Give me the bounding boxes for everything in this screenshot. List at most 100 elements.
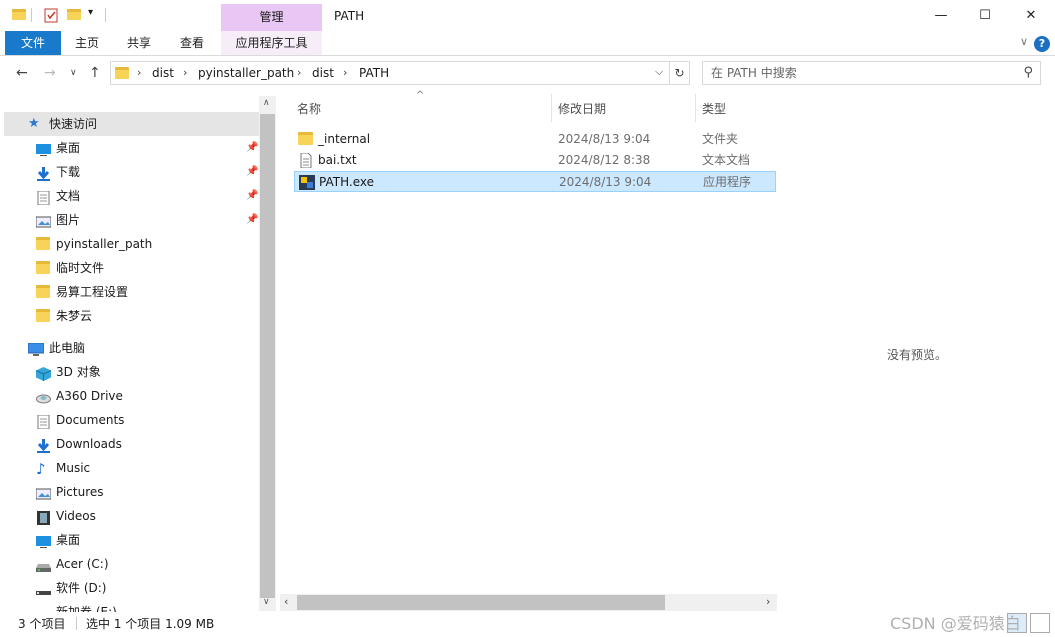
- scrollbar-thumb[interactable]: [297, 595, 665, 610]
- tab-home[interactable]: 主页: [65, 31, 109, 55]
- file-list-horizontal-scrollbar[interactable]: ‹ ›: [280, 594, 777, 611]
- nav-item-pyinstaller-path[interactable]: pyinstaller_path: [4, 232, 259, 256]
- column-header-type[interactable]: 类型: [702, 94, 726, 124]
- download-icon: [36, 437, 51, 453]
- column-separator[interactable]: [695, 94, 696, 122]
- new-folder-icon[interactable]: [67, 7, 81, 23]
- video-icon: [36, 509, 51, 525]
- tab-view[interactable]: 查看: [170, 31, 214, 55]
- large-icons-view-icon[interactable]: [1030, 613, 1050, 633]
- breadcrumb-separator-icon[interactable]: ›: [297, 66, 301, 79]
- status-item-count: 3 个项目: [18, 617, 66, 631]
- nav-item-3d-objects[interactable]: 3D 对象: [4, 360, 259, 384]
- nav-item-project-settings[interactable]: 易算工程设置: [4, 280, 259, 304]
- refresh-button[interactable]: ↻: [670, 61, 690, 85]
- scroll-up-icon[interactable]: ∧: [263, 98, 270, 108]
- pin-icon[interactable]: 📌: [246, 208, 258, 232]
- nav-pane-scrollbar[interactable]: ∧ ∨: [259, 96, 276, 611]
- tab-application-tools[interactable]: 应用程序工具: [221, 31, 322, 55]
- pin-icon[interactable]: 📌: [246, 184, 258, 208]
- tab-share[interactable]: 共享: [117, 31, 161, 55]
- download-icon: [36, 165, 51, 181]
- nav-item-a360-drive[interactable]: A360 Drive: [4, 384, 259, 408]
- nav-item-pictures-pc[interactable]: Pictures: [4, 480, 259, 504]
- pin-icon[interactable]: 📌: [246, 160, 258, 184]
- nav-item-desktop-pc[interactable]: 桌面: [4, 528, 259, 552]
- folder-icon: [36, 237, 51, 251]
- separator: [31, 8, 32, 22]
- properties-icon[interactable]: [44, 7, 58, 23]
- recent-locations-chevron-icon[interactable]: ∨: [70, 68, 77, 78]
- nav-item-pictures[interactable]: 图片 📌: [4, 208, 259, 232]
- file-list: ^ 名称 修改日期 类型 _internal 2024/8/13 9:04 文件…: [278, 90, 778, 612]
- close-button[interactable]: ✕: [1008, 0, 1054, 31]
- address-dropdown-icon[interactable]: ⌵: [655, 65, 663, 79]
- breadcrumb-separator-icon[interactable]: ›: [343, 66, 347, 79]
- address-row: ← → ∨ ↑ › dist › pyinstaller_path › dist…: [0, 57, 1055, 92]
- breadcrumb-separator-icon[interactable]: ›: [183, 66, 187, 79]
- cloud-drive-icon: [36, 389, 51, 404]
- desktop-icon: [36, 141, 51, 156]
- up-arrow-icon[interactable]: ↑: [89, 65, 101, 81]
- forward-arrow-icon[interactable]: →: [44, 65, 56, 81]
- nav-item-documents-pc[interactable]: Documents: [4, 408, 259, 432]
- search-input[interactable]: [703, 62, 1003, 84]
- file-row-bai-txt[interactable]: bai.txt 2024/8/12 8:38 文本文档: [294, 150, 776, 171]
- folder-icon: [36, 285, 51, 299]
- column-header-name[interactable]: 名称: [297, 94, 321, 124]
- nav-item-music[interactable]: ♪ Music: [4, 456, 259, 480]
- breadcrumb-separator-icon[interactable]: ›: [137, 66, 141, 79]
- breadcrumb-path[interactable]: PATH: [359, 66, 389, 80]
- file-row-internal[interactable]: _internal 2024/8/13 9:04 文件夹: [294, 129, 776, 150]
- search-box: ⚲: [702, 61, 1041, 85]
- breadcrumb-pyinstaller-path[interactable]: pyinstaller_path: [198, 66, 294, 80]
- window-title: PATH: [334, 9, 365, 23]
- scroll-down-icon[interactable]: ∨: [263, 597, 270, 607]
- preview-pane-message: 没有预览。: [887, 348, 948, 362]
- tab-file[interactable]: 文件: [5, 31, 61, 55]
- scrollbar-thumb[interactable]: [260, 114, 275, 598]
- ribbon-collapse-icon[interactable]: ∨: [1020, 35, 1028, 48]
- nav-this-pc[interactable]: 此电脑: [4, 336, 259, 360]
- breadcrumb-dist-2[interactable]: dist: [312, 66, 334, 80]
- nav-item-documents[interactable]: 文档 📌: [4, 184, 259, 208]
- desktop-icon: [36, 533, 51, 548]
- search-icon[interactable]: ⚲: [1023, 65, 1033, 80]
- separator: [105, 8, 106, 22]
- music-icon: ♪: [36, 460, 46, 478]
- drive-icon: [36, 557, 51, 572]
- back-arrow-icon[interactable]: ←: [16, 65, 28, 81]
- folder-icon: [298, 132, 314, 146]
- drive-icon: [36, 605, 51, 612]
- navigation-pane: ★ 快速访问 桌面 📌 下载 📌 文档 📌 图片 📌 pyinstaller_p…: [4, 94, 262, 612]
- manage-tab[interactable]: 管理: [221, 4, 322, 31]
- nav-item-downloads[interactable]: 下载 📌: [4, 160, 259, 184]
- nav-item-downloads-pc[interactable]: Downloads: [4, 432, 259, 456]
- nav-item-temp-files[interactable]: 临时文件: [4, 256, 259, 280]
- pin-icon[interactable]: 📌: [246, 136, 258, 160]
- nav-quick-access[interactable]: ★ 快速访问: [4, 112, 259, 136]
- nav-item-drive-e[interactable]: 新加卷 (E:): [4, 600, 259, 612]
- sort-ascending-icon: ^: [416, 90, 425, 101]
- help-icon[interactable]: ?: [1034, 36, 1050, 52]
- scroll-right-icon[interactable]: ›: [766, 595, 770, 608]
- breadcrumb-dist[interactable]: dist: [152, 66, 174, 80]
- customize-quick-access-icon[interactable]: ▾: [88, 7, 93, 18]
- column-header-date[interactable]: 修改日期: [558, 94, 606, 124]
- column-separator[interactable]: [551, 94, 552, 122]
- address-bar[interactable]: › dist › pyinstaller_path › dist › PATH …: [110, 61, 670, 85]
- folder-icon: [115, 67, 129, 79]
- folder-icon[interactable]: [12, 7, 26, 23]
- nav-item-drive-c[interactable]: Acer (C:): [4, 552, 259, 576]
- scroll-left-icon[interactable]: ‹: [284, 595, 288, 608]
- maximize-button[interactable]: ☐: [962, 0, 1008, 31]
- minimize-button[interactable]: —: [918, 0, 964, 31]
- file-row-path-exe[interactable]: PATH.exe 2024/8/13 9:04 应用程序: [294, 171, 776, 192]
- nav-item-zhumengyun[interactable]: 朱梦云: [4, 304, 259, 328]
- nav-item-desktop[interactable]: 桌面 📌: [4, 136, 259, 160]
- exe-icon: [299, 175, 315, 190]
- watermark: CSDN @爱码猿白: [890, 614, 1021, 633]
- drive-icon: [36, 581, 51, 595]
- nav-item-videos[interactable]: Videos: [4, 504, 259, 528]
- nav-item-drive-d[interactable]: 软件 (D:): [4, 576, 259, 600]
